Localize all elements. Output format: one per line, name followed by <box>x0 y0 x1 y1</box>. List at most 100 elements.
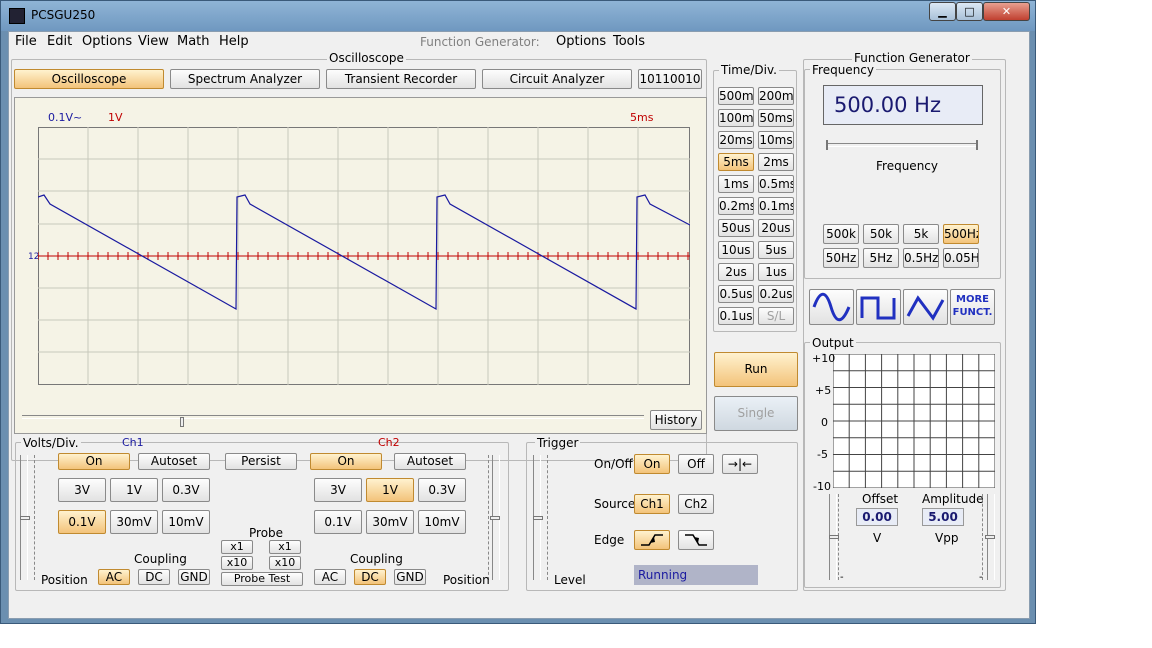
ch2-range-3v[interactable]: 3V <box>314 478 362 502</box>
triangle-wave-button[interactable] <box>903 289 948 325</box>
timediv-20ms-button[interactable]: 20ms <box>718 131 754 149</box>
close-button[interactable]: ✕ <box>983 2 1030 21</box>
menu-file[interactable]: File <box>15 34 37 49</box>
timediv-200ms-button[interactable]: 200ms <box>758 87 794 105</box>
probe-test-button[interactable]: Probe Test <box>221 572 303 586</box>
menu-edit[interactable]: Edit <box>47 34 72 49</box>
ch2-position-thumb[interactable] <box>490 516 500 520</box>
trigger-on-button[interactable]: On <box>634 454 670 474</box>
ch2-probe-x1[interactable]: x1 <box>269 540 301 554</box>
amplitude-slider-thumb[interactable] <box>985 535 995 539</box>
ch1-range-10mv[interactable]: 10mV <box>162 510 210 534</box>
ch1-autoset-button[interactable]: Autoset <box>138 453 210 470</box>
tab-circuit-analyzer[interactable]: Circuit Analyzer <box>482 69 632 89</box>
ch2-coupling-dc[interactable]: DC <box>354 569 386 585</box>
menu-view[interactable]: View <box>138 34 169 49</box>
ch2-range-1v[interactable]: 1V <box>366 478 414 502</box>
ch1-coupling-ac[interactable]: AC <box>98 569 130 585</box>
timediv-0-5ms-button[interactable]: 0.5ms <box>758 175 794 193</box>
ch1-coupling-gnd[interactable]: GND <box>178 569 210 585</box>
ch1-range-0-1v[interactable]: 0.1V <box>58 510 106 534</box>
trigger-falling-edge-button[interactable] <box>678 530 714 550</box>
history-button[interactable]: History <box>650 410 702 430</box>
fg-range-50hz-button[interactable]: 50Hz <box>823 248 859 268</box>
ch2-on-button[interactable]: On <box>310 453 382 470</box>
timediv-5ms-button[interactable]: 5ms <box>718 153 754 171</box>
maximize-button[interactable]: □ <box>956 2 983 21</box>
timediv-50ms-button[interactable]: 50ms <box>758 109 794 127</box>
ch1-range-0-3v[interactable]: 0.3V <box>162 478 210 502</box>
timediv-s-l-button[interactable]: S/L <box>758 307 794 325</box>
sine-wave-button[interactable] <box>809 289 854 325</box>
menu-fg-options[interactable]: Options <box>556 34 606 49</box>
ch1-position-thumb[interactable] <box>20 516 30 520</box>
timediv-0-5us-button[interactable]: 0.5us <box>718 285 754 303</box>
trigger-center-button[interactable]: →|← <box>722 454 758 474</box>
timediv-5us-button[interactable]: 5us <box>758 241 794 259</box>
ch2-range-0-3v[interactable]: 0.3V <box>418 478 466 502</box>
trigger-status: Running <box>634 565 758 585</box>
ch1-range-1v[interactable]: 1V <box>110 478 158 502</box>
timediv-1us-button[interactable]: 1us <box>758 263 794 281</box>
ch2-range-10mv[interactable]: 10mV <box>418 510 466 534</box>
rising-edge-icon <box>641 534 663 546</box>
timediv-500ms-button[interactable]: 500ms <box>718 87 754 105</box>
trigger-rising-edge-button[interactable] <box>634 530 670 550</box>
trigger-source-ch1[interactable]: Ch1 <box>634 494 670 514</box>
ch2-range-0-1v[interactable]: 0.1V <box>314 510 362 534</box>
persist-button[interactable]: Persist <box>225 453 297 470</box>
menu-options[interactable]: Options <box>82 34 132 49</box>
fg-range-0-5hz-button[interactable]: 0.5Hz <box>903 248 939 268</box>
single-button[interactable]: Single <box>714 396 798 431</box>
timediv-10us-button[interactable]: 10us <box>718 241 754 259</box>
ch2-coupling-ac[interactable]: AC <box>314 569 346 585</box>
fg-range-500k-button[interactable]: 500k <box>823 224 859 244</box>
fg-range-5k-button[interactable]: 5k <box>903 224 939 244</box>
trigger-source-ch2[interactable]: Ch2 <box>678 494 714 514</box>
ch1-on-button[interactable]: On <box>58 453 130 470</box>
timediv-1ms-button[interactable]: 1ms <box>718 175 754 193</box>
tab-transient-recorder[interactable]: Transient Recorder <box>326 69 476 89</box>
fg-range-5hz-button[interactable]: 5Hz <box>863 248 899 268</box>
ch2-autoset-button[interactable]: Autoset <box>394 453 466 470</box>
trigger-off-button[interactable]: Off <box>678 454 714 474</box>
menu-help[interactable]: Help <box>219 34 249 49</box>
timediv-50us-button[interactable]: 50us <box>718 219 754 237</box>
tab-oscilloscope[interactable]: Oscilloscope <box>14 69 164 89</box>
fg-range-500hz-button[interactable]: 500Hz <box>943 224 979 244</box>
timediv-10ms-button[interactable]: 10ms <box>758 131 794 149</box>
history-slider-thumb[interactable] <box>180 417 184 427</box>
timediv-0-1ms-button[interactable]: 0.1ms <box>758 197 794 215</box>
frequency-slider[interactable] <box>826 140 978 152</box>
history-slider[interactable] <box>22 407 644 427</box>
menu-math[interactable]: Math <box>177 34 210 49</box>
timediv-2ms-button[interactable]: 2ms <box>758 153 794 171</box>
fg-range-0-05hz-button[interactable]: 0.05Hz <box>943 248 979 268</box>
offset-slider-thumb[interactable] <box>829 535 839 539</box>
ch1-probe-x10[interactable]: x10 <box>221 556 253 570</box>
timediv-0-1us-button[interactable]: 0.1us <box>718 307 754 325</box>
ch1-probe-x1[interactable]: x1 <box>221 540 253 554</box>
square-wave-button[interactable] <box>856 289 901 325</box>
more-functions-button[interactable]: MORE FUNCT. <box>950 289 995 325</box>
menu-fg-tools[interactable]: Tools <box>613 34 645 49</box>
trigger-level-thumb[interactable] <box>533 516 543 520</box>
timediv-20us-button[interactable]: 20us <box>758 219 794 237</box>
run-button[interactable]: Run <box>714 352 798 387</box>
timediv-0-2ms-button[interactable]: 0.2ms <box>718 197 754 215</box>
ch2-range-30mv[interactable]: 30mV <box>366 510 414 534</box>
ch1-coupling-dc[interactable]: DC <box>138 569 170 585</box>
scope-screen[interactable]: 0.1V~ 1V 5ms 12 <box>14 97 707 434</box>
ch2-probe-x10[interactable]: x10 <box>269 556 301 570</box>
title-bar[interactable]: PCSGU250 ▁ □ ✕ <box>1 1 1035 31</box>
ch2-coupling-gnd[interactable]: GND <box>394 569 426 585</box>
tab-logic-analyzer[interactable]: 10110010 <box>638 69 702 89</box>
tab-spectrum-analyzer[interactable]: Spectrum Analyzer <box>170 69 320 89</box>
timediv-100ms-button[interactable]: 100ms <box>718 109 754 127</box>
ch1-range-3v[interactable]: 3V <box>58 478 106 502</box>
timediv-2us-button[interactable]: 2us <box>718 263 754 281</box>
minimize-button[interactable]: ▁ <box>929 2 956 21</box>
timediv-0-2us-button[interactable]: 0.2us <box>758 285 794 303</box>
ch1-range-30mv[interactable]: 30mV <box>110 510 158 534</box>
fg-range-50k-button[interactable]: 50k <box>863 224 899 244</box>
